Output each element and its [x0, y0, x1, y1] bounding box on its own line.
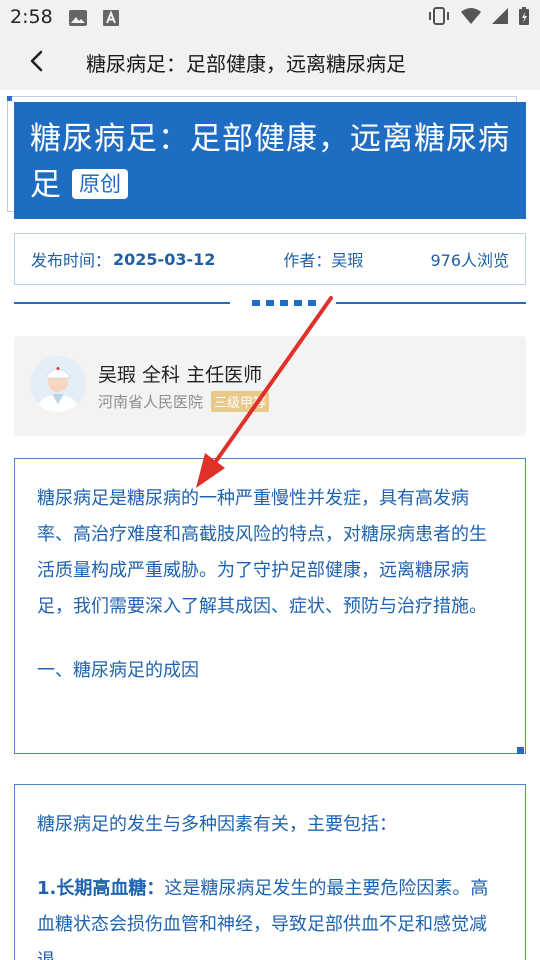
author-hospital-row: 河南省人民医院 三级甲等: [98, 391, 270, 412]
box-corner-square: [517, 747, 524, 754]
wifi-icon: [460, 7, 482, 29]
divider-dot: [252, 300, 260, 306]
author-name: 吴瑕 全科 主任医师: [98, 364, 263, 386]
article-meta: 发布时间： 2025-03-12 作者：吴瑕 976人浏览: [14, 233, 526, 285]
cause-item-1-title: 1.长期高血糖：: [37, 878, 165, 899]
app-bar-title: 糖尿病足：足部健康，远离糖尿病足: [86, 52, 406, 76]
banner-corner-dot: [7, 96, 12, 101]
section-divider: [14, 300, 526, 306]
author-card[interactable]: 吴瑕 全科 主任医师 河南省人民医院 三级甲等: [14, 336, 526, 436]
divider-dot: [294, 300, 302, 306]
chevron-left-icon: [29, 50, 43, 76]
status-bar: 2:58: [0, 0, 540, 36]
causes-intro: 糖尿病足的发生与多种因素有关，主要包括：: [37, 814, 397, 835]
battery-charging-icon: [518, 6, 530, 30]
status-time: 2:58: [10, 6, 53, 28]
title-banner: 糖尿病足：足部健康，远离糖尿病足 原创: [14, 102, 526, 219]
author-hospital: 河南省人民医院: [98, 393, 204, 411]
cause-item-1: 1.长期高血糖：这是糖尿病足发生的最主要危险因素。高血糖状态会损伤血管和神经，导…: [37, 871, 503, 960]
divider-dot: [308, 300, 316, 306]
article-section-2: 糖尿病足的发生与多种因素有关，主要包括： 1.长期高血糖：这是糖尿病足发生的最主…: [14, 784, 526, 960]
article-title: 糖尿病足：足部健康，远离糖尿病足 原创: [30, 116, 510, 208]
divider-dot: [280, 300, 288, 306]
divider-dot: [266, 300, 274, 306]
divider-dots: [252, 300, 316, 306]
divider-line-right: [336, 302, 526, 304]
view-count: 976人浏览: [430, 251, 509, 270]
section-heading-causes: 一、糖尿病足的成因: [37, 660, 199, 681]
divider-line-left: [14, 302, 230, 304]
image-icon: [68, 9, 88, 31]
hospital-level-badge: 三级甲等: [211, 391, 270, 412]
vibrate-icon: [427, 7, 451, 29]
publish-date-label: 发布时间：: [31, 251, 112, 270]
article-section-1: 糖尿病足是糖尿病的一种严重慢性并发症，具有高发病率、高治疗难度和高截肢风险的特点…: [14, 458, 526, 754]
publish-date: 2025-03-12: [113, 249, 216, 269]
signal-icon: [491, 7, 509, 29]
back-button[interactable]: [20, 48, 52, 78]
intro-paragraph: 糖尿病足是糖尿病的一种严重慢性并发症，具有高发病率、高治疗难度和高截肢风险的特点…: [37, 488, 487, 617]
doctor-avatar-icon: [30, 356, 86, 412]
text-a-icon: [102, 9, 120, 31]
original-badge: 原创: [72, 169, 128, 199]
app-bar: 糖尿病足：足部健康，远离糖尿病足: [0, 36, 540, 90]
author-label: 作者：吴瑕: [283, 251, 364, 270]
